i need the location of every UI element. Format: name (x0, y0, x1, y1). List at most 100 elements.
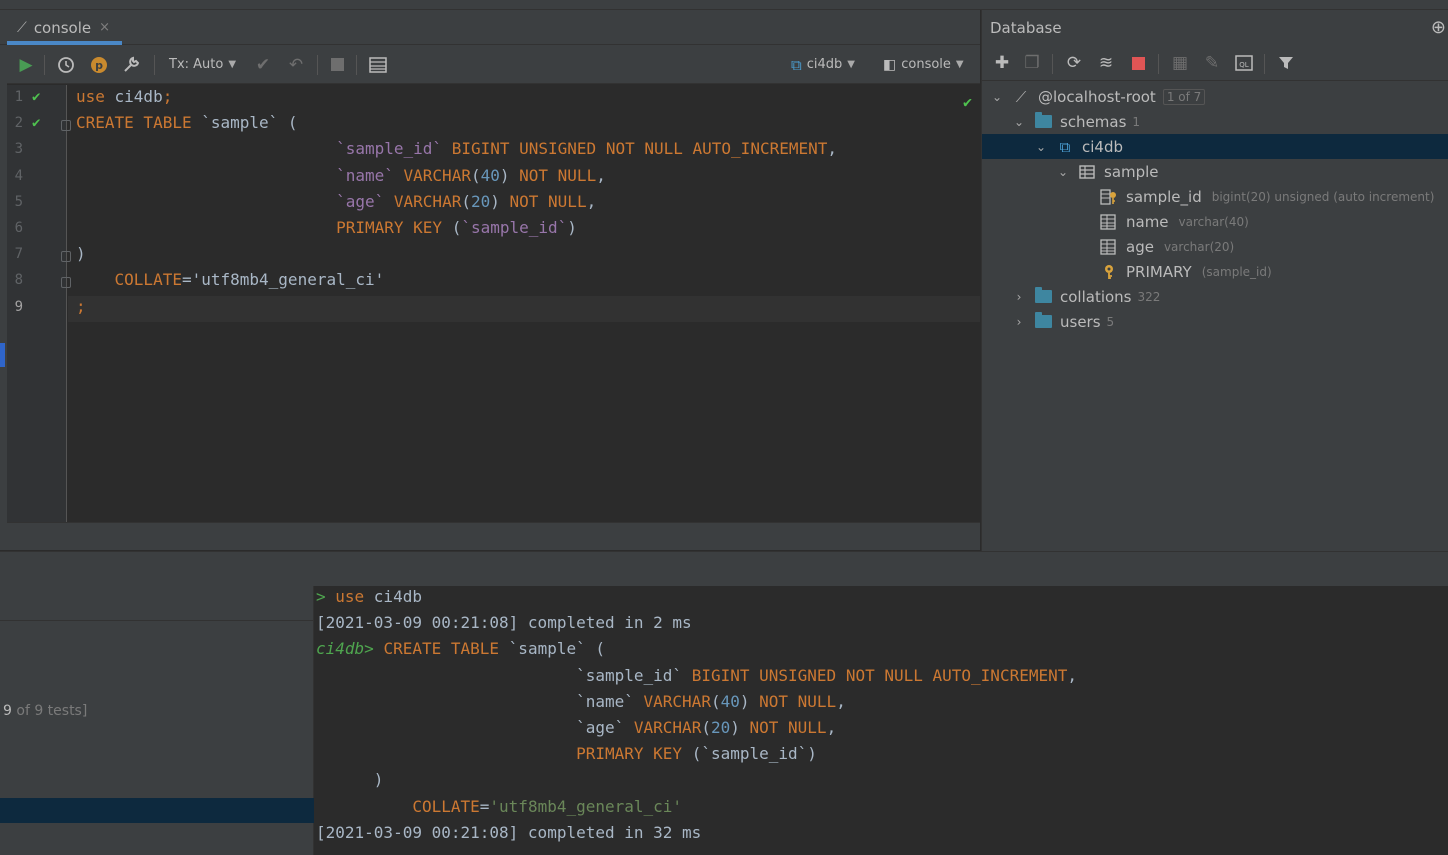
executed-check-icon: ✔ (32, 115, 41, 131)
chevron-down-icon[interactable]: ⌄ (1056, 165, 1070, 179)
chevron-down-icon[interactable]: ⌄ (1012, 115, 1026, 129)
code-token: ='utf8mb4_general_ci' (181, 270, 385, 290)
fold-marker-icon[interactable] (61, 251, 71, 262)
services-tree-panel: 9 of 9 tests] (0, 586, 314, 855)
column-type: varchar(40) (1178, 214, 1249, 229)
database-panel: Database ⊕ ✚ ❐ ⟳ ≋ ▦ ✎ QL ⌄ ⟋ @localhost… (981, 10, 1448, 551)
tree-item-schemas[interactable]: ⌄ schemas 1 (982, 109, 1448, 134)
code-token: > (316, 587, 336, 606)
schema-icon: ⧉ (1059, 137, 1071, 156)
code-line: PRIMARY KEY (`sample_id`) (76, 218, 577, 237)
column-name: age (1126, 237, 1154, 256)
table-editor-icon[interactable]: ▦ (1168, 45, 1192, 81)
tree-item-schema-ci4db[interactable]: ⌄ ⧉ ci4db (982, 134, 1448, 159)
query-console-icon[interactable]: QL (1232, 45, 1256, 81)
key-icon (1100, 264, 1118, 280)
column-type: varchar(20) (1163, 239, 1235, 254)
tree-item-column[interactable]: name varchar(40) (982, 209, 1448, 234)
settings-wrench-icon[interactable] (119, 45, 143, 84)
mysql-connection-icon: ⟋ (1015, 87, 1027, 106)
tree-item-users[interactable]: › users 5 (982, 309, 1448, 334)
schema-label: ci4db (1082, 137, 1124, 156)
tree-item-column[interactable]: sample_id bigint(20) unsigned (auto incr… (982, 184, 1448, 209)
filter-icon[interactable] (1274, 45, 1298, 81)
run-icon[interactable]: ▶ (14, 45, 38, 84)
code-line: ) (316, 770, 384, 790)
fold-marker-icon[interactable] (61, 277, 71, 288)
transaction-mode-dropdown[interactable]: Tx: Auto ▼ (169, 45, 236, 84)
tree-item-connection[interactable]: ⌄ ⟋ @localhost-root 1 of 7 (982, 84, 1448, 109)
code-token: PRIMARY KEY (576, 744, 692, 764)
sql-editor[interactable]: 1 2 3 4 5 6 7 8 9 ✔ ✔ use ci4db; CREATE TABLE `sa… (7, 85, 980, 522)
tree-item-collations[interactable]: › collations 322 (982, 284, 1448, 309)
code-token: , (1067, 665, 1078, 685)
tab-console[interactable]: ⟋ console × (7, 10, 122, 45)
chevron-down-icon[interactable]: ⌄ (990, 90, 1004, 104)
refresh-icon[interactable]: ⟳ (1062, 45, 1086, 81)
column-name: name (1126, 212, 1169, 231)
tests-passed: 9 (3, 703, 12, 719)
connection-label: @localhost-root (1038, 87, 1156, 106)
tests-total: of 9 tests] (11, 703, 88, 719)
code-line: > use ci4db (316, 587, 422, 606)
console-output[interactable]: > use ci4db [2021-03-09 00:21:08] complet… (314, 586, 1448, 855)
database-selector[interactable]: ⧉ ci4db ▼ (791, 45, 855, 84)
session-icon: ◧ (883, 56, 897, 73)
folder-icon (1034, 312, 1052, 328)
code-token: 40 (720, 691, 740, 711)
code-token: use (76, 87, 115, 106)
transaction-mode-label: Tx: Auto (169, 57, 224, 72)
tree-item-column[interactable]: age varchar(20) (982, 234, 1448, 259)
column-type: bigint(20) unsigned (auto increment) (1211, 189, 1435, 204)
database-panel-header: Database (982, 10, 1448, 45)
code-token: 20 (470, 191, 491, 211)
code-token: VARCHAR (633, 718, 702, 737)
panel-options-icon[interactable]: ⊕ (1431, 17, 1446, 38)
code-token: ; (162, 87, 173, 106)
code-token: CREATE TABLE (76, 113, 202, 133)
history-icon[interactable] (54, 45, 78, 84)
duplicate-icon[interactable]: ❐ (1020, 45, 1044, 81)
stop-icon[interactable] (325, 45, 349, 84)
rollback-icon[interactable]: ↶ (284, 45, 308, 84)
chevron-right-icon[interactable]: › (1012, 315, 1026, 329)
code-token: ( (470, 165, 481, 185)
code-token: , (586, 191, 597, 211)
code-line: COLLATE='utf8mb4_general_ci' (76, 270, 385, 290)
disconnect-icon[interactable] (1126, 45, 1150, 81)
toolbar-separator (1264, 54, 1265, 74)
add-icon[interactable]: ✚ (990, 45, 1014, 81)
column-name: sample_id (1126, 187, 1202, 206)
toolbar-separator (317, 55, 318, 75)
selected-service-row[interactable] (0, 798, 314, 823)
code-token: `age` (336, 191, 385, 211)
edit-source-icon[interactable]: ✎ (1200, 45, 1224, 81)
output-table-icon[interactable] (366, 45, 390, 84)
code-token: , (826, 718, 837, 737)
code-token: ) (316, 770, 384, 790)
chevron-down-icon[interactable]: ⌄ (1034, 140, 1048, 154)
line-number: 6 (14, 220, 23, 236)
svg-text:QL: QL (1239, 61, 1249, 69)
tree-item-primary-key[interactable]: PRIMARY (sample_id) (982, 259, 1448, 284)
code-line: ci4db> CREATE TABLE `sample` ( (316, 639, 605, 658)
schema-sync-icon[interactable]: ≋ (1094, 45, 1118, 81)
code-token: VARCHAR (384, 191, 462, 211)
session-selector[interactable]: ◧ console ▼ (883, 45, 964, 84)
code-line: [2021-03-09 00:21:08] completed in 2 ms (316, 613, 692, 632)
tree-item-table-sample[interactable]: ⌄ sample (982, 159, 1448, 184)
profile-icon[interactable]: p (87, 45, 111, 84)
code-token: NOT NULL (749, 718, 827, 737)
schemas-count: 1 (1132, 114, 1141, 129)
tab-console-label: console (33, 18, 92, 37)
chevron-right-icon[interactable]: › (1012, 290, 1026, 304)
commit-icon[interactable]: ✔ (251, 45, 275, 84)
close-icon[interactable]: × (99, 20, 110, 35)
toolbar-separator (1052, 54, 1053, 74)
connection-badge[interactable]: 1 of 7 (1162, 88, 1206, 105)
fold-marker-icon[interactable] (61, 120, 71, 131)
editor-tab-bar: ⟋ console × (0, 10, 980, 45)
